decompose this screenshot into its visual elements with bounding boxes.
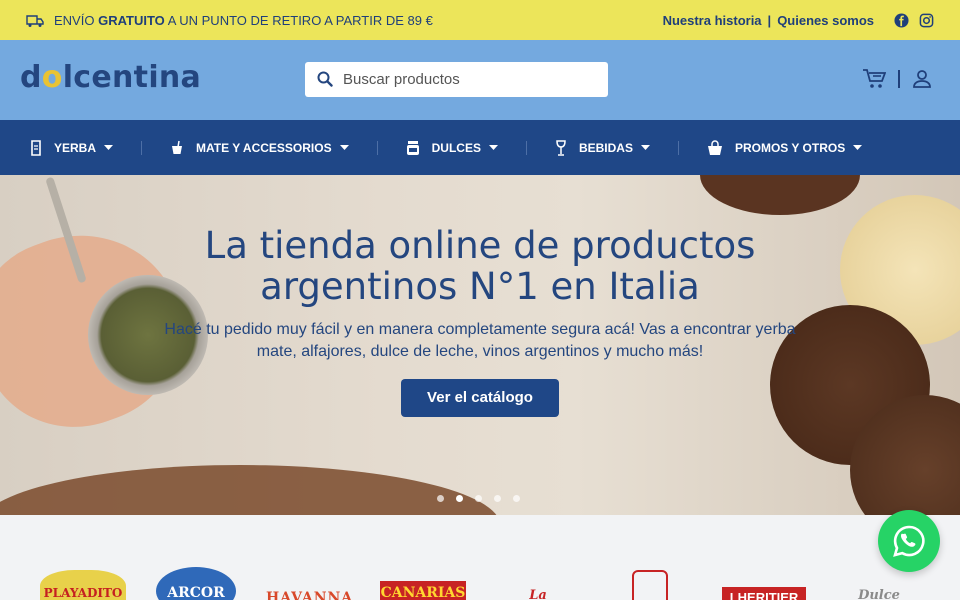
top-links: Nuestra historia | Quienes somos (663, 12, 934, 28)
cart-icon[interactable] (862, 68, 886, 90)
nav-label-mate: MATE Y ACCESSORIOS (196, 140, 332, 155)
nav-item-dulces[interactable]: DULCES (406, 120, 498, 175)
wine-glass-icon (555, 139, 567, 156)
logo-text-dot: o (41, 60, 63, 95)
slider-dot[interactable] (437, 495, 444, 502)
nav-label-yerba: YERBA (54, 140, 97, 155)
hero-background-wood (0, 465, 500, 515)
nav-label-promos: PROMOS Y OTROS (734, 140, 846, 155)
chevron-down-icon (104, 141, 114, 155)
search-input[interactable] (343, 71, 593, 88)
logo-text-start: d (20, 60, 42, 95)
hero-content: La tienda online de productos argentinos… (160, 225, 800, 417)
promo-suffix: A UN PUNTO DE RETIRO A PARTIR DE 89 € (167, 12, 433, 28)
alfajor-image (700, 175, 860, 215)
instagram-icon[interactable] (919, 12, 934, 28)
nav-separator (376, 140, 378, 155)
nav-item-yerba[interactable]: YERBA (30, 120, 114, 175)
user-icon[interactable] (912, 69, 932, 89)
shipping-promo: ENVÍO GRATUITO A UN PUNTO DE RETIRO A PA… (26, 12, 433, 28)
promo-bold: GRATUITO (98, 12, 165, 28)
nav-label-bebidas: BEBIDAS (578, 140, 633, 155)
promo-prefix: ENVÍO (54, 12, 95, 28)
main-nav: YERBA MATE Y ACCESSORIOS DULCES BEBIDAS … (0, 120, 960, 175)
mate-icon (170, 140, 184, 156)
brand-logo-playadito[interactable]: PLAYADITO (40, 570, 126, 600)
jar-icon (406, 140, 420, 156)
quienes-somos-link[interactable]: Quienes somos (777, 13, 874, 28)
brand-logo-fuego[interactable] (632, 570, 668, 600)
nav-separator (141, 140, 143, 155)
chevron-down-icon (640, 141, 650, 155)
brand-logo-canarias[interactable]: CANARIAS (380, 581, 466, 600)
yerba-icon (30, 139, 42, 156)
slider-dot[interactable] (513, 495, 520, 502)
header-actions (862, 68, 932, 90)
hero-subtitle: Hacé tu pedido muy fácil y en manera com… (164, 321, 796, 360)
header-separator (898, 70, 900, 88)
brand-logo-havanna[interactable]: HAVANNA (266, 570, 352, 600)
nav-label-dulces: DULCES (431, 140, 481, 155)
brand-logo-campagnola[interactable]: La Campagnola (498, 570, 578, 600)
brand-logo-dulce[interactable]: Dulce (836, 570, 922, 600)
slider-dots (437, 495, 520, 502)
logo-text-end: lcentina (62, 60, 202, 95)
basket-icon (707, 139, 723, 156)
facebook-icon[interactable] (894, 12, 909, 28)
nav-separator (525, 140, 527, 155)
brand-logo-lheritier[interactable]: LHERITIER (722, 587, 806, 600)
truck-icon (26, 12, 44, 28)
slider-dot[interactable] (494, 495, 501, 502)
nuestra-historia-link[interactable]: Nuestra historia (663, 13, 762, 28)
ver-catalogo-button[interactable]: Ver el catálogo (401, 379, 559, 417)
search-bar (305, 62, 608, 97)
site-header: dolcentina (0, 40, 960, 120)
dolcentina-logo[interactable]: dolcentina (20, 60, 201, 95)
top-promo-bar: ENVÍO GRATUITO A UN PUNTO DE RETIRO A PA… (0, 0, 960, 40)
brands-strip: PLAYADITO ARCOR HAVANNA CANARIAS La Camp… (0, 515, 960, 600)
chevron-down-icon (853, 141, 863, 155)
nav-item-mate[interactable]: MATE Y ACCESSORIOS (170, 120, 349, 175)
link-separator: | (767, 12, 772, 28)
hero-title: La tienda online de productos argentinos… (204, 224, 756, 308)
nav-item-promos[interactable]: PROMOS Y OTROS (707, 120, 863, 175)
whatsapp-button[interactable] (878, 510, 940, 572)
hero-slider: La tienda online de productos argentinos… (0, 175, 960, 515)
search-icon[interactable] (317, 71, 333, 89)
slider-dot-active[interactable] (456, 495, 463, 502)
nav-item-bebidas[interactable]: BEBIDAS (555, 120, 650, 175)
chevron-down-icon (339, 141, 349, 155)
whatsapp-icon (892, 524, 926, 558)
chevron-down-icon (488, 141, 498, 155)
nav-separator (677, 140, 679, 155)
brand-logo-arcor[interactable]: ARCOR (156, 567, 236, 600)
slider-dot[interactable] (475, 495, 482, 502)
